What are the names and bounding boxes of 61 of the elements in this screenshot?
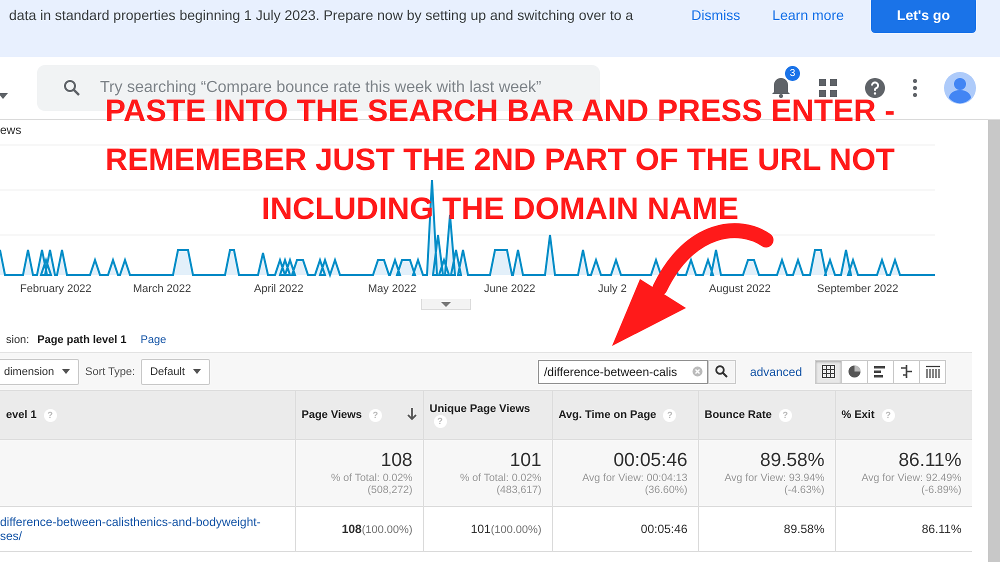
table-cell: 00:05:46 xyxy=(552,506,698,552)
table-cell: 108(100.00%) xyxy=(295,506,423,552)
view-toggle[interactable] xyxy=(815,360,842,384)
axis-label: August 2022 xyxy=(709,283,771,295)
primary-button[interactable]: Let's go xyxy=(870,0,976,33)
total-cell: 89.58% Avg for View: 93.94% (-4.63%) xyxy=(698,440,835,506)
table-cell: 89.58% xyxy=(698,506,835,552)
help-icon[interactable] xyxy=(864,77,886,99)
view-toggle[interactable] xyxy=(919,360,946,384)
search-icon xyxy=(715,365,728,378)
axis-label: July 2 xyxy=(598,283,627,295)
axis-label: March 2022 xyxy=(133,283,192,295)
advanced-link[interactable]: advanced xyxy=(750,364,802,378)
total-cell: 108 % of Total: 0.02% (508,272) xyxy=(295,440,423,506)
comparison-icon xyxy=(900,365,913,378)
apps-icon[interactable] xyxy=(818,78,838,98)
search-icon xyxy=(63,79,81,97)
scrollbar[interactable] xyxy=(988,120,1000,562)
bars-icon xyxy=(874,365,887,378)
text-button[interactable]: Learn more xyxy=(759,0,857,33)
caret-icon xyxy=(62,369,70,374)
pie-icon xyxy=(848,365,861,378)
column-header[interactable]: Avg. Time on Page ? xyxy=(552,390,698,440)
column-header[interactable]: Bounce Rate ? xyxy=(698,390,835,440)
total-cell: 00:05:46 Avg for View: 00:04:13 (36.60%) xyxy=(552,440,698,506)
caret-icon[interactable] xyxy=(0,93,8,99)
table-cell: 101(100.00%) xyxy=(423,506,552,552)
metric-label: ews xyxy=(0,123,22,135)
pivot-icon xyxy=(926,365,940,378)
grid-icon xyxy=(822,365,835,378)
banner-message: data in standard properties beginning 1 July 2023. Prepare now by setting up and switching over to a xyxy=(9,7,634,23)
collapse-handle[interactable] xyxy=(421,299,471,310)
annotation-text: REMEMEBER JUST THE 2ND PART OF THE URL NOT xyxy=(105,146,895,174)
axis-label: September 2022 xyxy=(817,283,898,295)
caret-icon xyxy=(192,369,201,374)
view-toggle[interactable] xyxy=(893,360,920,384)
column-header[interactable]: Unique Page Views ? xyxy=(423,390,552,440)
secondary-dimension-dropdown[interactable]: dimension xyxy=(0,358,80,384)
dimension-option[interactable]: Page xyxy=(140,334,166,346)
more-icon[interactable] xyxy=(912,78,918,98)
view-toggle[interactable] xyxy=(841,360,868,384)
filter-field[interactable]: /difference-between-calis xyxy=(538,360,708,384)
total-cell: 86.11% Avg for View: 92.49% (-6.89%) xyxy=(835,440,972,506)
search-button[interactable] xyxy=(708,360,736,384)
column-header[interactable]: Page Views ? xyxy=(295,390,423,440)
axis-label: June 2022 xyxy=(484,283,536,295)
dimension-label: sion: xyxy=(6,334,30,346)
notification-badge: 3 xyxy=(785,66,800,80)
column-header[interactable]: evel 1 ? xyxy=(0,390,295,440)
sort-dropdown[interactable]: Default xyxy=(141,358,210,384)
axis-label: February 2022 xyxy=(20,283,92,295)
column-header[interactable]: % Exit ? xyxy=(835,390,972,440)
sort-label: Sort Type: xyxy=(85,366,136,378)
total-cell: 101 % of Total: 0.02% (483,617) xyxy=(423,440,552,506)
view-toggle[interactable] xyxy=(867,360,894,384)
axis-label: May 2022 xyxy=(368,283,416,295)
sort-arrow-icon xyxy=(406,408,416,421)
axis-label: April 2022 xyxy=(254,283,304,295)
dimension-option[interactable]: Page path level 1 xyxy=(37,334,127,346)
text-button[interactable]: Dismiss xyxy=(678,0,754,33)
avatar-icon[interactable] xyxy=(944,72,976,104)
